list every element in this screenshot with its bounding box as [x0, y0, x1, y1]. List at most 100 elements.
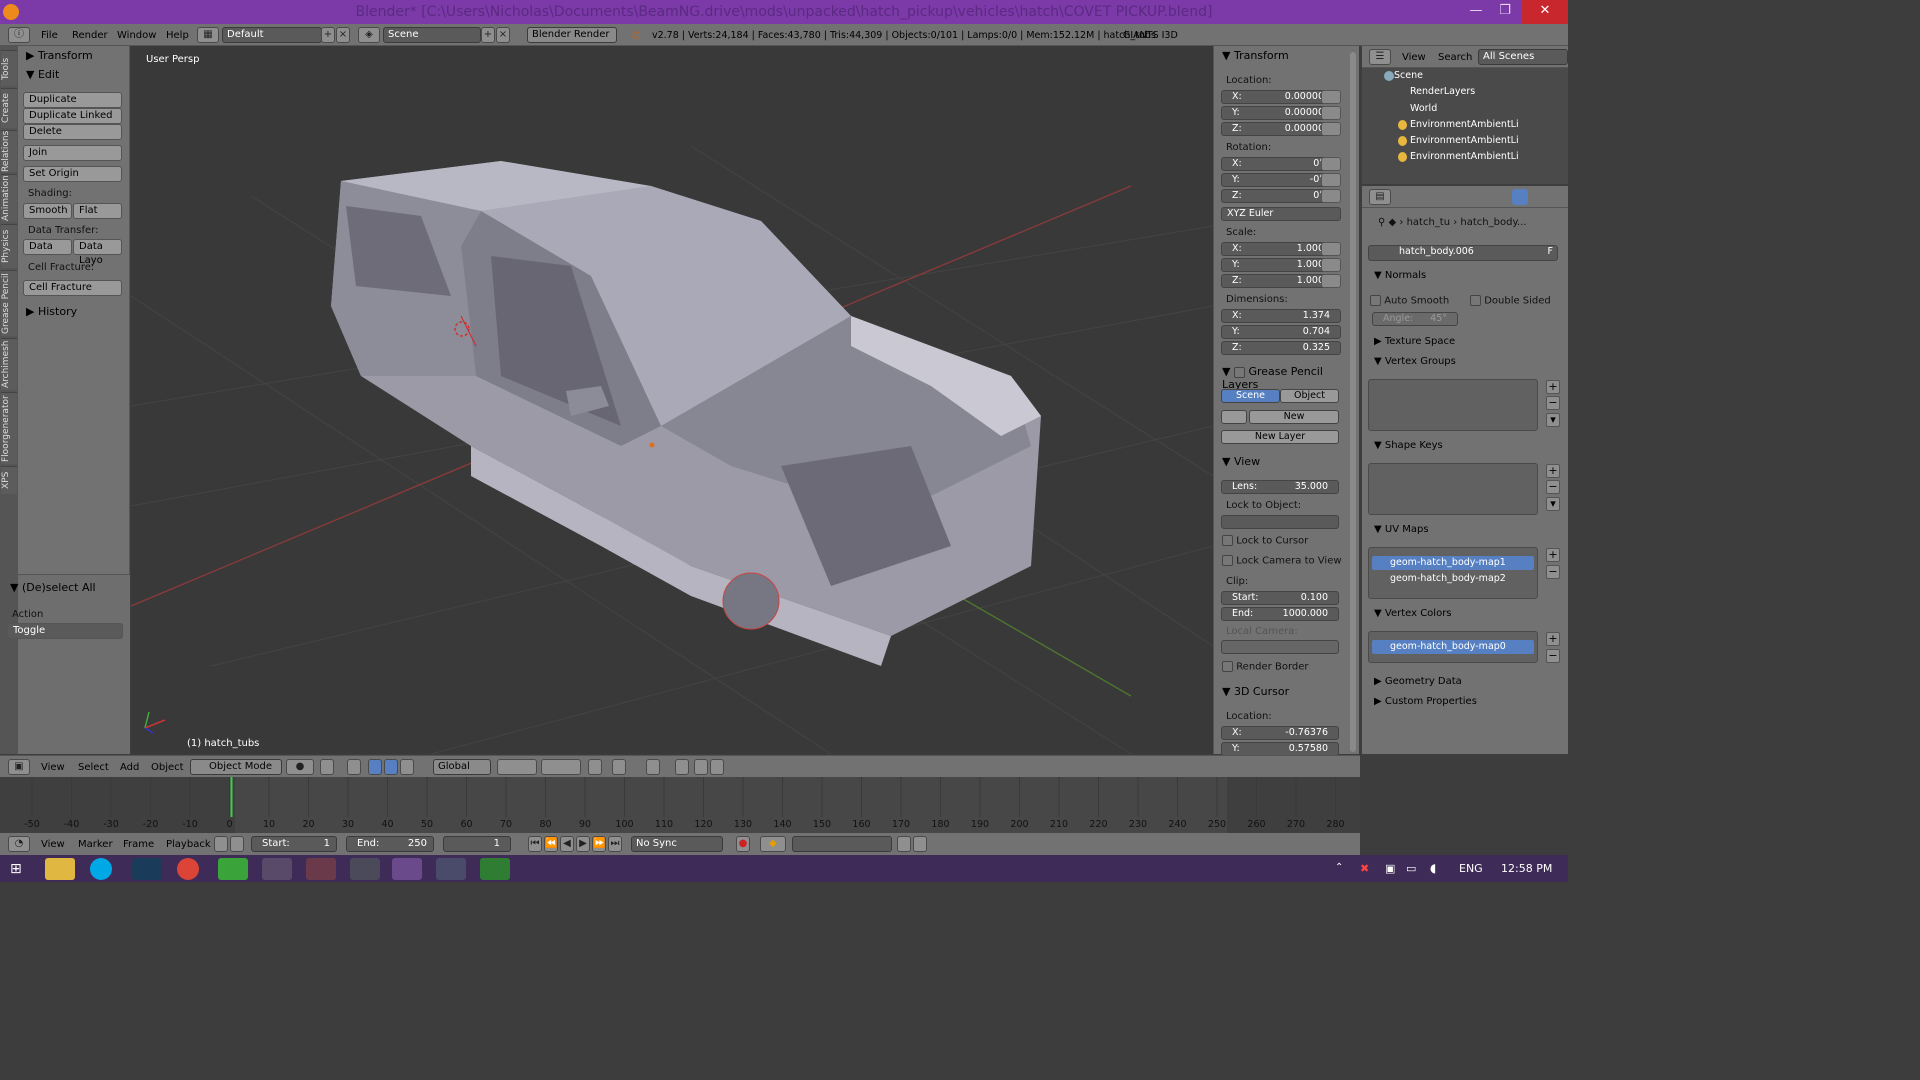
- outliner-view-menu[interactable]: View: [1402, 52, 1426, 63]
- edit-panel-header[interactable]: ▼ Edit: [26, 68, 59, 81]
- n-panel-scrollbar[interactable]: [1347, 46, 1359, 754]
- grease-object-tab[interactable]: Object: [1280, 389, 1339, 403]
- snap-target-icon[interactable]: [646, 759, 660, 775]
- tray-monitor-icon[interactable]: ▭: [1406, 862, 1416, 875]
- outliner-row-renderlayers[interactable]: RenderLayers: [1362, 84, 1568, 100]
- dimensions-y-field[interactable]: Y: 0.704: [1221, 325, 1341, 339]
- select-menu[interactable]: Select: [78, 762, 109, 773]
- action-select[interactable]: Toggle: [7, 623, 123, 639]
- next-key-icon[interactable]: ⏩: [592, 836, 606, 852]
- 3d-viewport[interactable]: User Persp (1) hatch_tubs: [131, 46, 1213, 754]
- rotation-z-field[interactable]: Z: 0°: [1221, 189, 1335, 203]
- prev-key-icon[interactable]: ⏪: [544, 836, 558, 852]
- duplicate-linked-button[interactable]: Duplicate Linked: [23, 108, 122, 124]
- playback-menu[interactable]: Playback: [166, 839, 211, 850]
- remove-uv-map-icon[interactable]: −: [1546, 565, 1560, 579]
- outliner-display-select[interactable]: All Scenes: [1478, 49, 1568, 65]
- data-button[interactable]: Data: [23, 239, 72, 255]
- tab-xps[interactable]: XPS: [1, 466, 17, 494]
- timeline[interactable]: -50 -40 -30 -20 -10 0 10 20 30 40 50 60 70 80 90 100 110…: [0, 777, 1360, 833]
- remove-shape-key-icon[interactable]: −: [1546, 480, 1560, 494]
- app-icon[interactable]: [218, 858, 248, 880]
- mesh-data-tab-icon[interactable]: [1512, 189, 1528, 205]
- lock-to-cursor-row[interactable]: Lock to Cursor: [1222, 535, 1308, 547]
- tray-chevron-icon[interactable]: ⌃: [1335, 862, 1343, 873]
- rotation-mode-select[interactable]: XYZ Euler: [1221, 207, 1341, 221]
- view-panel-header[interactable]: ▼ View: [1222, 455, 1260, 468]
- scene-field[interactable]: Scene: [383, 27, 481, 43]
- giants-i3d-menu[interactable]: GIANTS I3D: [1123, 30, 1178, 41]
- play-icon[interactable]: ▶: [576, 836, 590, 852]
- double-sided-row[interactable]: Double Sided: [1470, 295, 1551, 307]
- dimensions-z-field[interactable]: Z: 0.325: [1221, 341, 1341, 355]
- vertex-colors-header[interactable]: ▼ Vertex Colors: [1374, 608, 1452, 619]
- render-border-row[interactable]: Render Border: [1222, 661, 1309, 673]
- normals-header[interactable]: ▼ Normals: [1374, 270, 1426, 281]
- snap-icon[interactable]: [612, 759, 626, 775]
- lock-range-icon[interactable]: [230, 836, 244, 852]
- lock-location-y-icon[interactable]: [1321, 106, 1341, 120]
- shape-key-menu-icon[interactable]: ▾: [1546, 497, 1560, 511]
- tab-archimesh[interactable]: Archimesh: [1, 338, 17, 390]
- smooth-button[interactable]: Smooth: [23, 203, 72, 219]
- skype-icon[interactable]: [90, 858, 112, 880]
- rotation-y-field[interactable]: Y: -0°: [1221, 173, 1335, 187]
- custom-properties-header[interactable]: ▶ Custom Properties: [1374, 696, 1477, 707]
- n-transform-header[interactable]: ▼ Transform: [1222, 49, 1289, 62]
- sync-select[interactable]: No Sync: [631, 836, 723, 852]
- location-x-field[interactable]: X: 0.00000: [1221, 90, 1335, 104]
- app-icon[interactable]: [436, 858, 466, 880]
- manipulator-icon[interactable]: [347, 759, 361, 775]
- lock-location-x-icon[interactable]: [1321, 90, 1341, 104]
- grease-scene-tab[interactable]: Scene: [1221, 389, 1280, 403]
- delete-button[interactable]: Delete: [23, 124, 122, 140]
- join-button[interactable]: Join: [23, 145, 122, 161]
- angle-field[interactable]: Angle: 45°: [1372, 312, 1458, 326]
- lock-camera-checkbox[interactable]: [1222, 555, 1233, 566]
- vertex-groups-header[interactable]: ▼ Vertex Groups: [1374, 356, 1456, 367]
- auto-smooth-checkbox[interactable]: [1370, 295, 1381, 306]
- outliner-row-env3[interactable]: EnvironmentAmbientLi: [1362, 149, 1568, 165]
- cursor-y-field[interactable]: Y: 0.57580: [1221, 742, 1339, 756]
- frame-menu[interactable]: Frame: [123, 839, 154, 850]
- add-layout-icon[interactable]: +: [321, 27, 335, 43]
- texture-space-header[interactable]: ▶ Texture Space: [1374, 336, 1455, 347]
- add-shape-key-icon[interactable]: +: [1546, 464, 1560, 478]
- remove-vertex-color-icon[interactable]: −: [1546, 649, 1560, 663]
- tab-tools[interactable]: Tools: [1, 50, 17, 86]
- jump-start-icon[interactable]: ⏮: [528, 836, 542, 852]
- app-icon[interactable]: [480, 858, 510, 880]
- tab-animation[interactable]: Animation: [1, 174, 17, 222]
- shape-keys-list[interactable]: [1368, 463, 1538, 515]
- new-grease-button[interactable]: New: [1249, 410, 1339, 424]
- menu-file[interactable]: File: [41, 30, 58, 41]
- lock-scale-z-icon[interactable]: [1321, 274, 1341, 288]
- outliner-type-icon[interactable]: ☰: [1369, 49, 1391, 65]
- start-frame-field[interactable]: Start: 1: [251, 836, 337, 852]
- app-icon[interactable]: [262, 858, 292, 880]
- object-menu[interactable]: Object: [151, 762, 184, 773]
- maximize-button[interactable]: ❐: [1490, 0, 1520, 24]
- scale-icon[interactable]: [400, 759, 414, 775]
- play-reverse-icon[interactable]: ◀: [560, 836, 574, 852]
- geometry-data-header[interactable]: ▶ Geometry Data: [1374, 676, 1462, 687]
- 3d-cursor-header[interactable]: ▼ 3D Cursor: [1222, 685, 1289, 698]
- language-indicator[interactable]: ENG: [1459, 862, 1483, 875]
- viewport-shading-icon[interactable]: ●: [286, 759, 314, 775]
- grease-pencil-header[interactable]: ▼ Grease Pencil Layers: [1222, 365, 1347, 391]
- clip-start-field[interactable]: Start: 0.100: [1221, 591, 1339, 605]
- auto-smooth-row[interactable]: Auto Smooth: [1370, 295, 1449, 307]
- lock-camera-row[interactable]: Lock Camera to View: [1222, 555, 1342, 567]
- blender-taskbar-icon[interactable]: [392, 858, 422, 880]
- menu-help[interactable]: Help: [166, 30, 189, 41]
- windows-start-icon[interactable]: ⊞: [10, 861, 22, 877]
- app-icon[interactable]: [306, 858, 336, 880]
- cursor-x-field[interactable]: X: -0.76376: [1221, 726, 1339, 740]
- lock-rotation-x-icon[interactable]: [1321, 157, 1341, 171]
- tab-physics[interactable]: Physics: [1, 224, 17, 268]
- layout-field[interactable]: Default: [222, 27, 322, 43]
- clip-end-field[interactable]: End: 1000.000: [1221, 607, 1339, 621]
- lock-scale-y-icon[interactable]: [1321, 258, 1341, 272]
- tab-create[interactable]: Create: [1, 88, 17, 128]
- keying-set-icon[interactable]: ◆: [760, 836, 786, 852]
